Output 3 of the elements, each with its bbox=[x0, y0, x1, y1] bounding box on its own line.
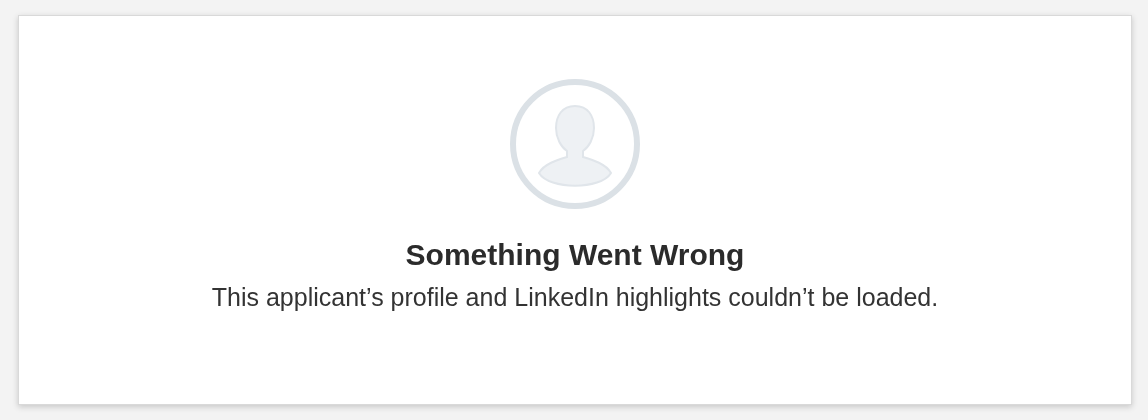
person-avatar-icon bbox=[509, 78, 641, 210]
error-message: This applicant’s profile and LinkedIn highlights couldn’t be loaded. bbox=[210, 282, 940, 313]
error-title: Something Went Wrong bbox=[405, 238, 745, 272]
